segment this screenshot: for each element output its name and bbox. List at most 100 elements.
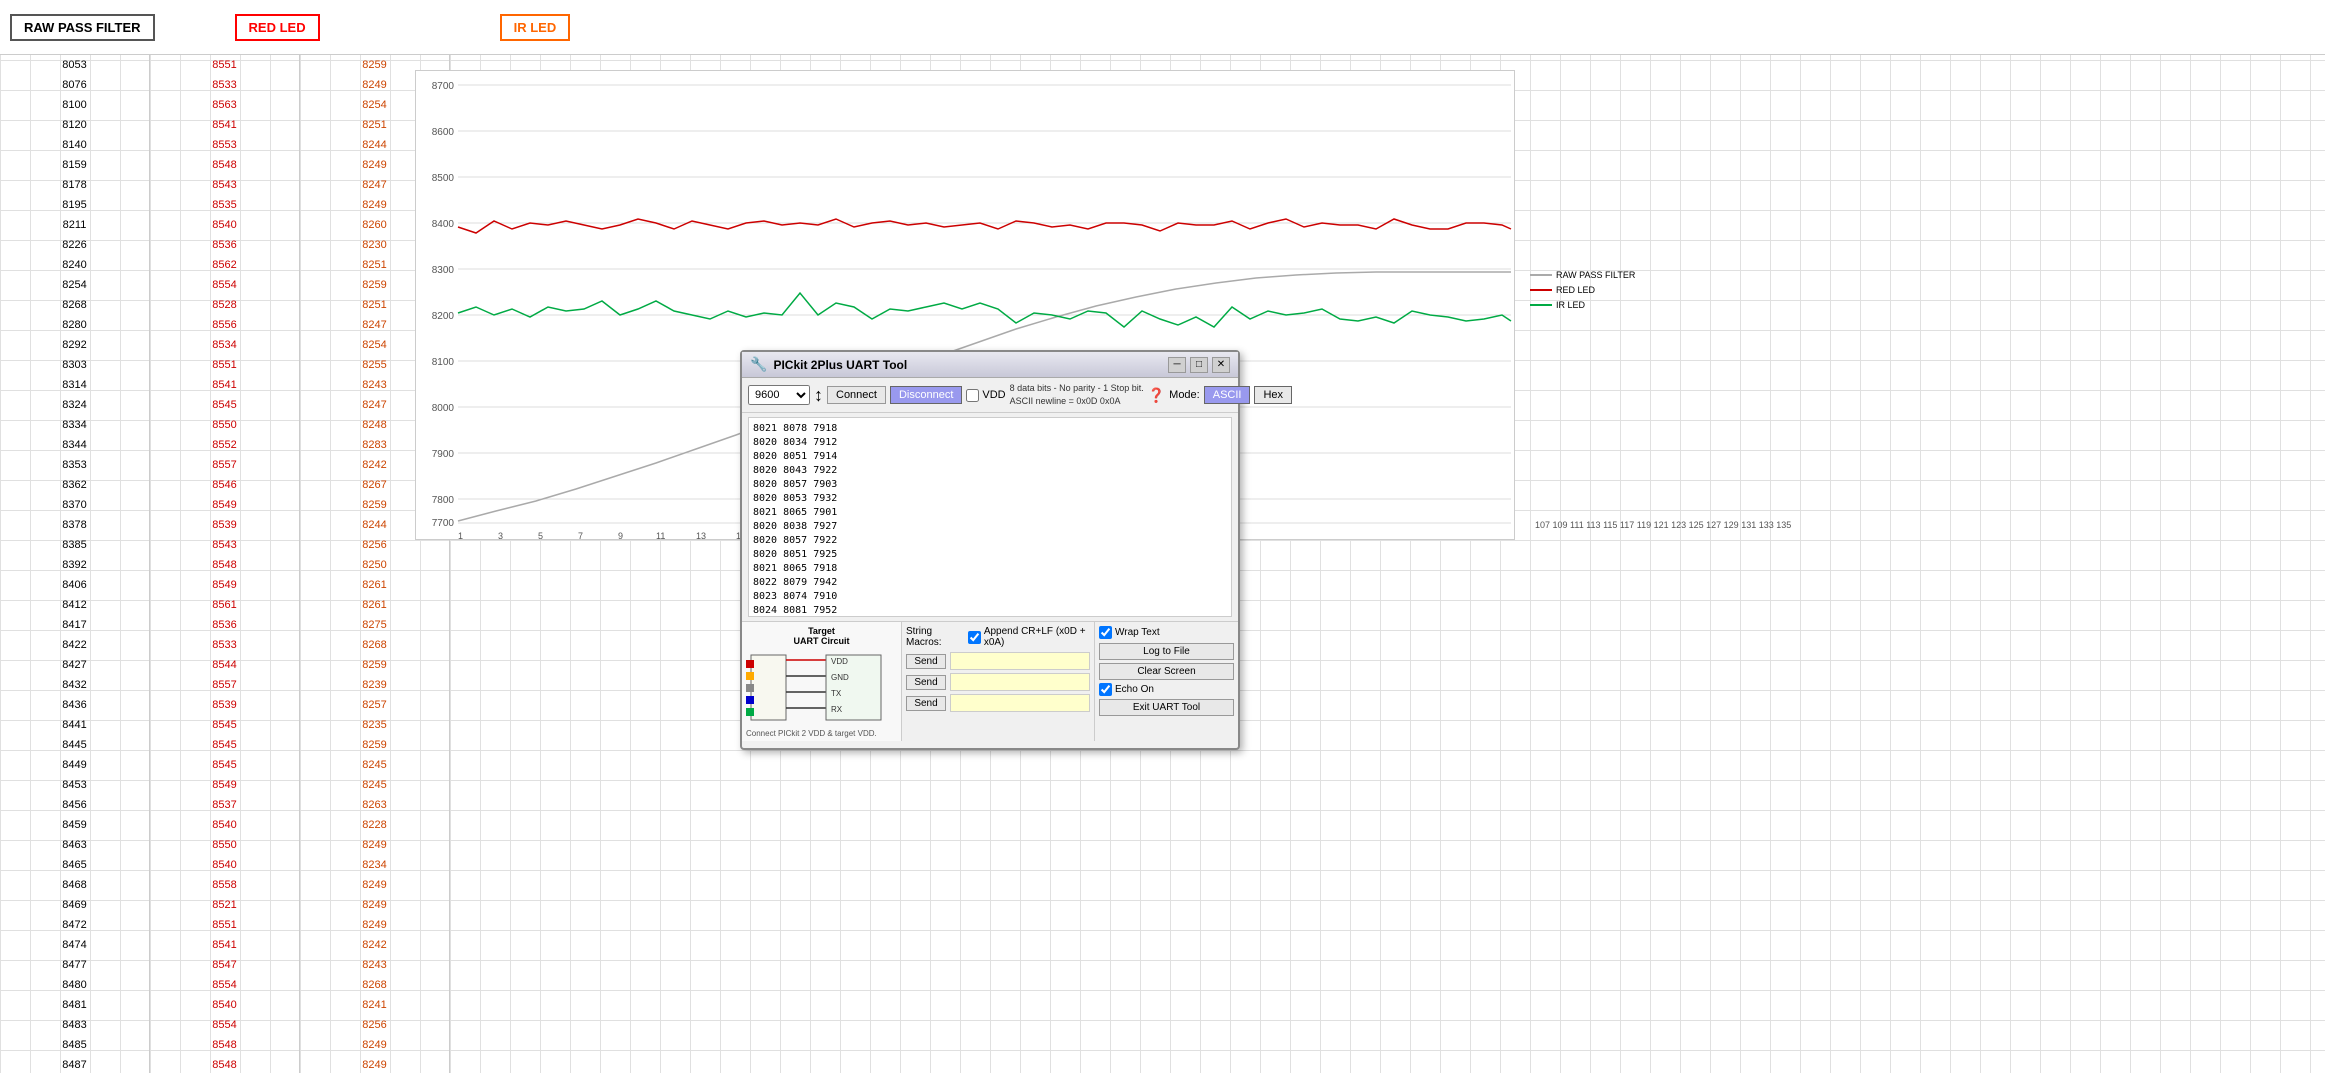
svg-text:3: 3 xyxy=(498,531,503,541)
red-led-header: RED LED xyxy=(235,14,320,41)
append-crlf-label[interactable]: Append CR+LF (x0D + x0A) xyxy=(968,626,1090,648)
macros-title: String Macros: xyxy=(906,626,962,648)
vdd-checkbox[interactable] xyxy=(966,389,979,402)
red-legend-label: RED LED xyxy=(1556,285,1595,295)
svg-text:7700: 7700 xyxy=(432,518,455,529)
red-data-value: 8540 xyxy=(150,215,299,235)
log-to-file-button[interactable]: Log to File xyxy=(1099,643,1234,660)
svg-text:8600: 8600 xyxy=(432,127,455,138)
red-data-value: 8547 xyxy=(150,955,299,975)
red-legend-item: RED LED xyxy=(1530,285,1635,295)
mode-label: Mode: xyxy=(1169,389,1200,401)
output-row: 8023 8074 7910 xyxy=(753,590,1227,604)
raw-data-value: 8292 xyxy=(0,335,149,355)
red-data-value: 8536 xyxy=(150,235,299,255)
raw-data-value: 8474 xyxy=(0,935,149,955)
svg-text:8700: 8700 xyxy=(432,81,455,92)
uart-output[interactable]: 8021 8078 79188020 8034 79128020 8051 79… xyxy=(748,417,1232,617)
raw-data-value: 8120 xyxy=(0,115,149,135)
raw-filter-header: RAW PASS FILTER xyxy=(10,14,155,41)
red-data-value: 8536 xyxy=(150,615,299,635)
ascii-mode-button[interactable]: ASCII xyxy=(1204,386,1251,404)
raw-data-value: 8159 xyxy=(0,155,149,175)
disconnect-button[interactable]: Disconnect xyxy=(890,386,962,404)
red-data-value: 8551 xyxy=(150,915,299,935)
ir-data-value: 8268 xyxy=(300,635,449,655)
ir-data-value: 8245 xyxy=(300,775,449,795)
wrap-text-label[interactable]: Wrap Text xyxy=(1099,626,1234,639)
svg-text:7: 7 xyxy=(578,531,583,541)
send-btn-3[interactable]: Send xyxy=(906,696,946,711)
output-row: 8020 8034 7912 xyxy=(753,436,1227,450)
raw-data-value: 8406 xyxy=(0,575,149,595)
hex-mode-button[interactable]: Hex xyxy=(1254,386,1292,404)
send-btn-1[interactable]: Send xyxy=(906,654,946,669)
macro-input-1[interactable] xyxy=(950,652,1090,670)
raw-data-value: 8385 xyxy=(0,535,149,555)
dialog-window-controls[interactable]: ─ □ ✕ xyxy=(1168,357,1230,373)
red-data-value: 8545 xyxy=(150,735,299,755)
raw-data-value: 8436 xyxy=(0,695,149,715)
raw-data-value: 8472 xyxy=(0,915,149,935)
raw-data-value: 8324 xyxy=(0,395,149,415)
red-data-value: 8534 xyxy=(150,335,299,355)
maximize-button[interactable]: □ xyxy=(1190,357,1208,373)
red-data-value: 8539 xyxy=(150,695,299,715)
baud-rate-select[interactable]: 9600 19200 38400 57600 115200 xyxy=(748,385,810,405)
minimize-button[interactable]: ─ xyxy=(1168,357,1186,373)
output-row: 8020 8043 7922 xyxy=(753,464,1227,478)
append-crlf-checkbox[interactable] xyxy=(968,631,981,644)
connect-button[interactable]: Connect xyxy=(827,386,886,404)
raw-data-value: 8226 xyxy=(0,235,149,255)
output-row: 8020 8051 7914 xyxy=(753,450,1227,464)
macro-input-2[interactable] xyxy=(950,673,1090,691)
svg-text:8300: 8300 xyxy=(432,265,455,276)
red-data-value: 8554 xyxy=(150,275,299,295)
red-data-value: 8557 xyxy=(150,675,299,695)
send-btn-2[interactable]: Send xyxy=(906,675,946,690)
clear-screen-button[interactable]: Clear Screen xyxy=(1099,663,1234,680)
ir-data-value: 8228 xyxy=(300,815,449,835)
raw-data-value: 8417 xyxy=(0,615,149,635)
svg-text:8100: 8100 xyxy=(432,357,455,368)
ir-legend-label: IR LED xyxy=(1556,300,1585,310)
red-data-value: 8557 xyxy=(150,455,299,475)
raw-data-value: 8140 xyxy=(0,135,149,155)
dialog-titlebar: 🔧 PICkit 2Plus UART Tool ─ □ ✕ xyxy=(742,352,1238,378)
red-data-value: 8544 xyxy=(150,655,299,675)
ir-data-value: 8242 xyxy=(300,935,449,955)
refresh-icon[interactable]: ↕ xyxy=(814,385,823,406)
raw-data-value: 8240 xyxy=(0,255,149,275)
raw-data-value: 8456 xyxy=(0,795,149,815)
echo-on-checkbox[interactable] xyxy=(1099,683,1112,696)
exit-uart-button[interactable]: Exit UART Tool xyxy=(1099,699,1234,716)
help-icon[interactable]: ❓ xyxy=(1148,387,1165,404)
raw-data-value: 8353 xyxy=(0,455,149,475)
svg-text:13: 13 xyxy=(696,531,706,541)
ir-data-value: 8259 xyxy=(300,655,449,675)
ir-legend-line xyxy=(1530,304,1552,306)
red-data-value: 8551 xyxy=(150,355,299,375)
vdd-checkbox-label[interactable]: VDD xyxy=(966,389,1005,402)
circuit-note: Connect PICkit 2 VDD & target VDD. xyxy=(746,729,897,738)
output-row: 8020 8057 7922 xyxy=(753,534,1227,548)
wrap-text-checkbox[interactable] xyxy=(1099,626,1112,639)
red-data-value: 8540 xyxy=(150,855,299,875)
red-data-value: 8521 xyxy=(150,895,299,915)
close-button[interactable]: ✕ xyxy=(1212,357,1230,373)
svg-text:11: 11 xyxy=(656,531,665,541)
ir-data-value: 8261 xyxy=(300,595,449,615)
dialog-title-text: PICkit 2Plus UART Tool xyxy=(773,358,907,372)
raw-data-value: 8480 xyxy=(0,975,149,995)
svg-text:7800: 7800 xyxy=(432,495,455,506)
red-data-value: 8541 xyxy=(150,115,299,135)
raw-data-value: 8053 xyxy=(0,55,149,75)
ir-data-value: 8249 xyxy=(300,835,449,855)
red-data-value: 8543 xyxy=(150,535,299,555)
macro-input-3[interactable] xyxy=(950,694,1090,712)
raw-data-value: 8487 xyxy=(0,1055,149,1073)
chart-legend: RAW PASS FILTER RED LED IR LED xyxy=(1530,270,1635,310)
header-row: RAW PASS FILTER RED LED IR LED xyxy=(0,0,2325,55)
svg-text:RX: RX xyxy=(831,705,843,714)
echo-on-label[interactable]: Echo On xyxy=(1099,683,1234,696)
